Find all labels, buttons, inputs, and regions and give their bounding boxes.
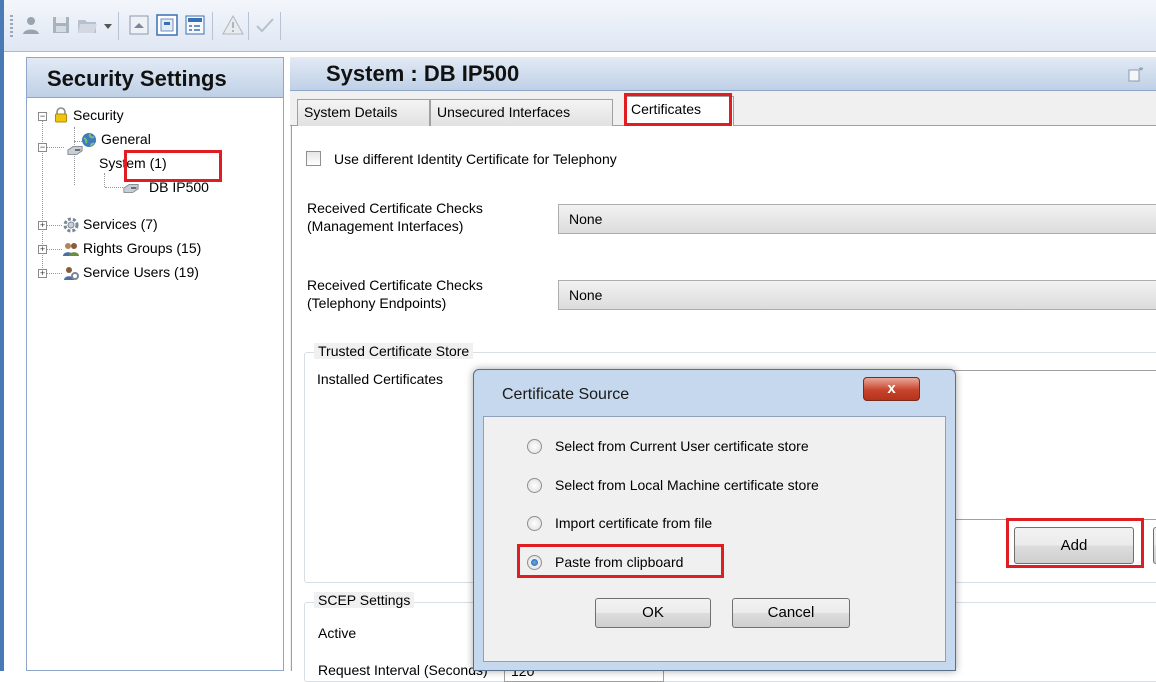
tel-checks-label: Received Certificate Checks [307,277,483,293]
scep-title: SCEP Settings [314,592,415,608]
tab-unsecured-interfaces[interactable]: Unsecured Interfaces [430,99,613,126]
tree-expand-toggle[interactable]: + [38,221,47,230]
tab-strip: System Details Unsecured Interfaces Cert… [290,96,1156,127]
scep-active-label: Active [318,625,357,641]
tree-item-rights-groups[interactable]: Rights Groups (15) [83,238,201,258]
tree-item-security[interactable]: Security [73,105,124,125]
group-icon [63,243,79,256]
cancel-button[interactable]: Cancel [732,598,850,628]
mgmt-checks-combo[interactable]: None [558,204,1156,234]
left-pane-title: Security Settings [26,57,284,98]
tree-item-general[interactable]: General [101,129,151,149]
tree-expand-toggle[interactable]: + [38,269,47,278]
list-view-icon[interactable] [184,14,206,36]
window-edge [0,0,4,671]
globe-icon [82,133,96,147]
tree-item-services[interactable]: Services (7) [83,214,158,234]
tel-checks-combo[interactable]: None [558,280,1156,310]
dialog-title: Certificate Source [502,386,630,403]
installed-certificates-label: Installed Certificates [317,371,444,387]
gear-icon [63,217,79,233]
open-folder-icon[interactable] [76,14,98,36]
ok-button[interactable]: OK [595,598,711,628]
trusted-store-title: Trusted Certificate Store [314,343,474,359]
tab-system-details[interactable]: System Details [297,99,430,126]
toolbar-separator [248,12,249,40]
user-icon[interactable] [20,14,42,36]
save-icon[interactable] [50,14,72,36]
mgmt-checks-label-sub: (Management Interfaces) [307,218,464,234]
radio-local-machine-store[interactable] [527,478,542,493]
tree-collapse-toggle[interactable]: − [38,143,47,152]
tel-checks-label-sub: (Telephony Endpoints) [307,295,447,311]
validate-check-icon[interactable] [254,14,276,36]
option-local-machine-store-label: Select from Local Machine certificate st… [555,477,819,493]
collapse-icon[interactable] [128,14,150,36]
radio-current-user-store[interactable] [527,439,542,454]
details-view-icon[interactable] [156,14,178,36]
server-icon [123,184,139,193]
option-current-user-store-label: Select from Current User certificate sto… [555,438,809,454]
option-paste-from-clipboard-label: Paste from clipboard [555,554,684,570]
radio-import-from-file[interactable] [527,516,542,531]
add-button[interactable]: Add [1014,527,1134,564]
security-tree[interactable]: − Security General − System (1) DB IP500… [26,98,284,671]
tree-item-db-ip500[interactable]: DB IP500 [149,177,209,197]
tree-item-service-users[interactable]: Service Users (19) [83,262,199,282]
use-different-identity-checkbox[interactable] [306,151,321,166]
certificate-source-dialog: Certificate Source x Select from Current… [473,369,956,671]
dialog-body: Select from Current User certificate sto… [483,416,946,662]
toolbar-separator [280,12,281,40]
right-pane-title: System : DB IP500 [290,57,1156,91]
tree-item-system[interactable]: System (1) [99,153,167,173]
toolbar [4,0,1156,52]
option-import-from-file-label: Import certificate from file [555,515,713,531]
tab-certificates[interactable]: Certificates [624,96,734,127]
close-icon[interactable]: x [863,377,920,401]
server-icon [67,146,83,155]
lock-icon [55,107,67,123]
service-user-icon [64,267,79,280]
radio-paste-from-clipboard[interactable] [527,555,542,570]
toolbar-separator [212,12,213,40]
new-record-icon[interactable] [1128,66,1146,82]
tree-expand-toggle[interactable]: + [38,245,47,254]
toolbar-separator [118,12,119,40]
tree-collapse-toggle[interactable]: − [38,112,47,121]
open-dropdown-arrow-icon[interactable] [104,24,112,29]
mgmt-checks-label: Received Certificate Checks [307,200,483,216]
warning-icon[interactable] [222,14,244,36]
toolbar-grip[interactable] [10,15,13,37]
use-different-identity-label: Use different Identity Certificate for T… [334,151,617,167]
